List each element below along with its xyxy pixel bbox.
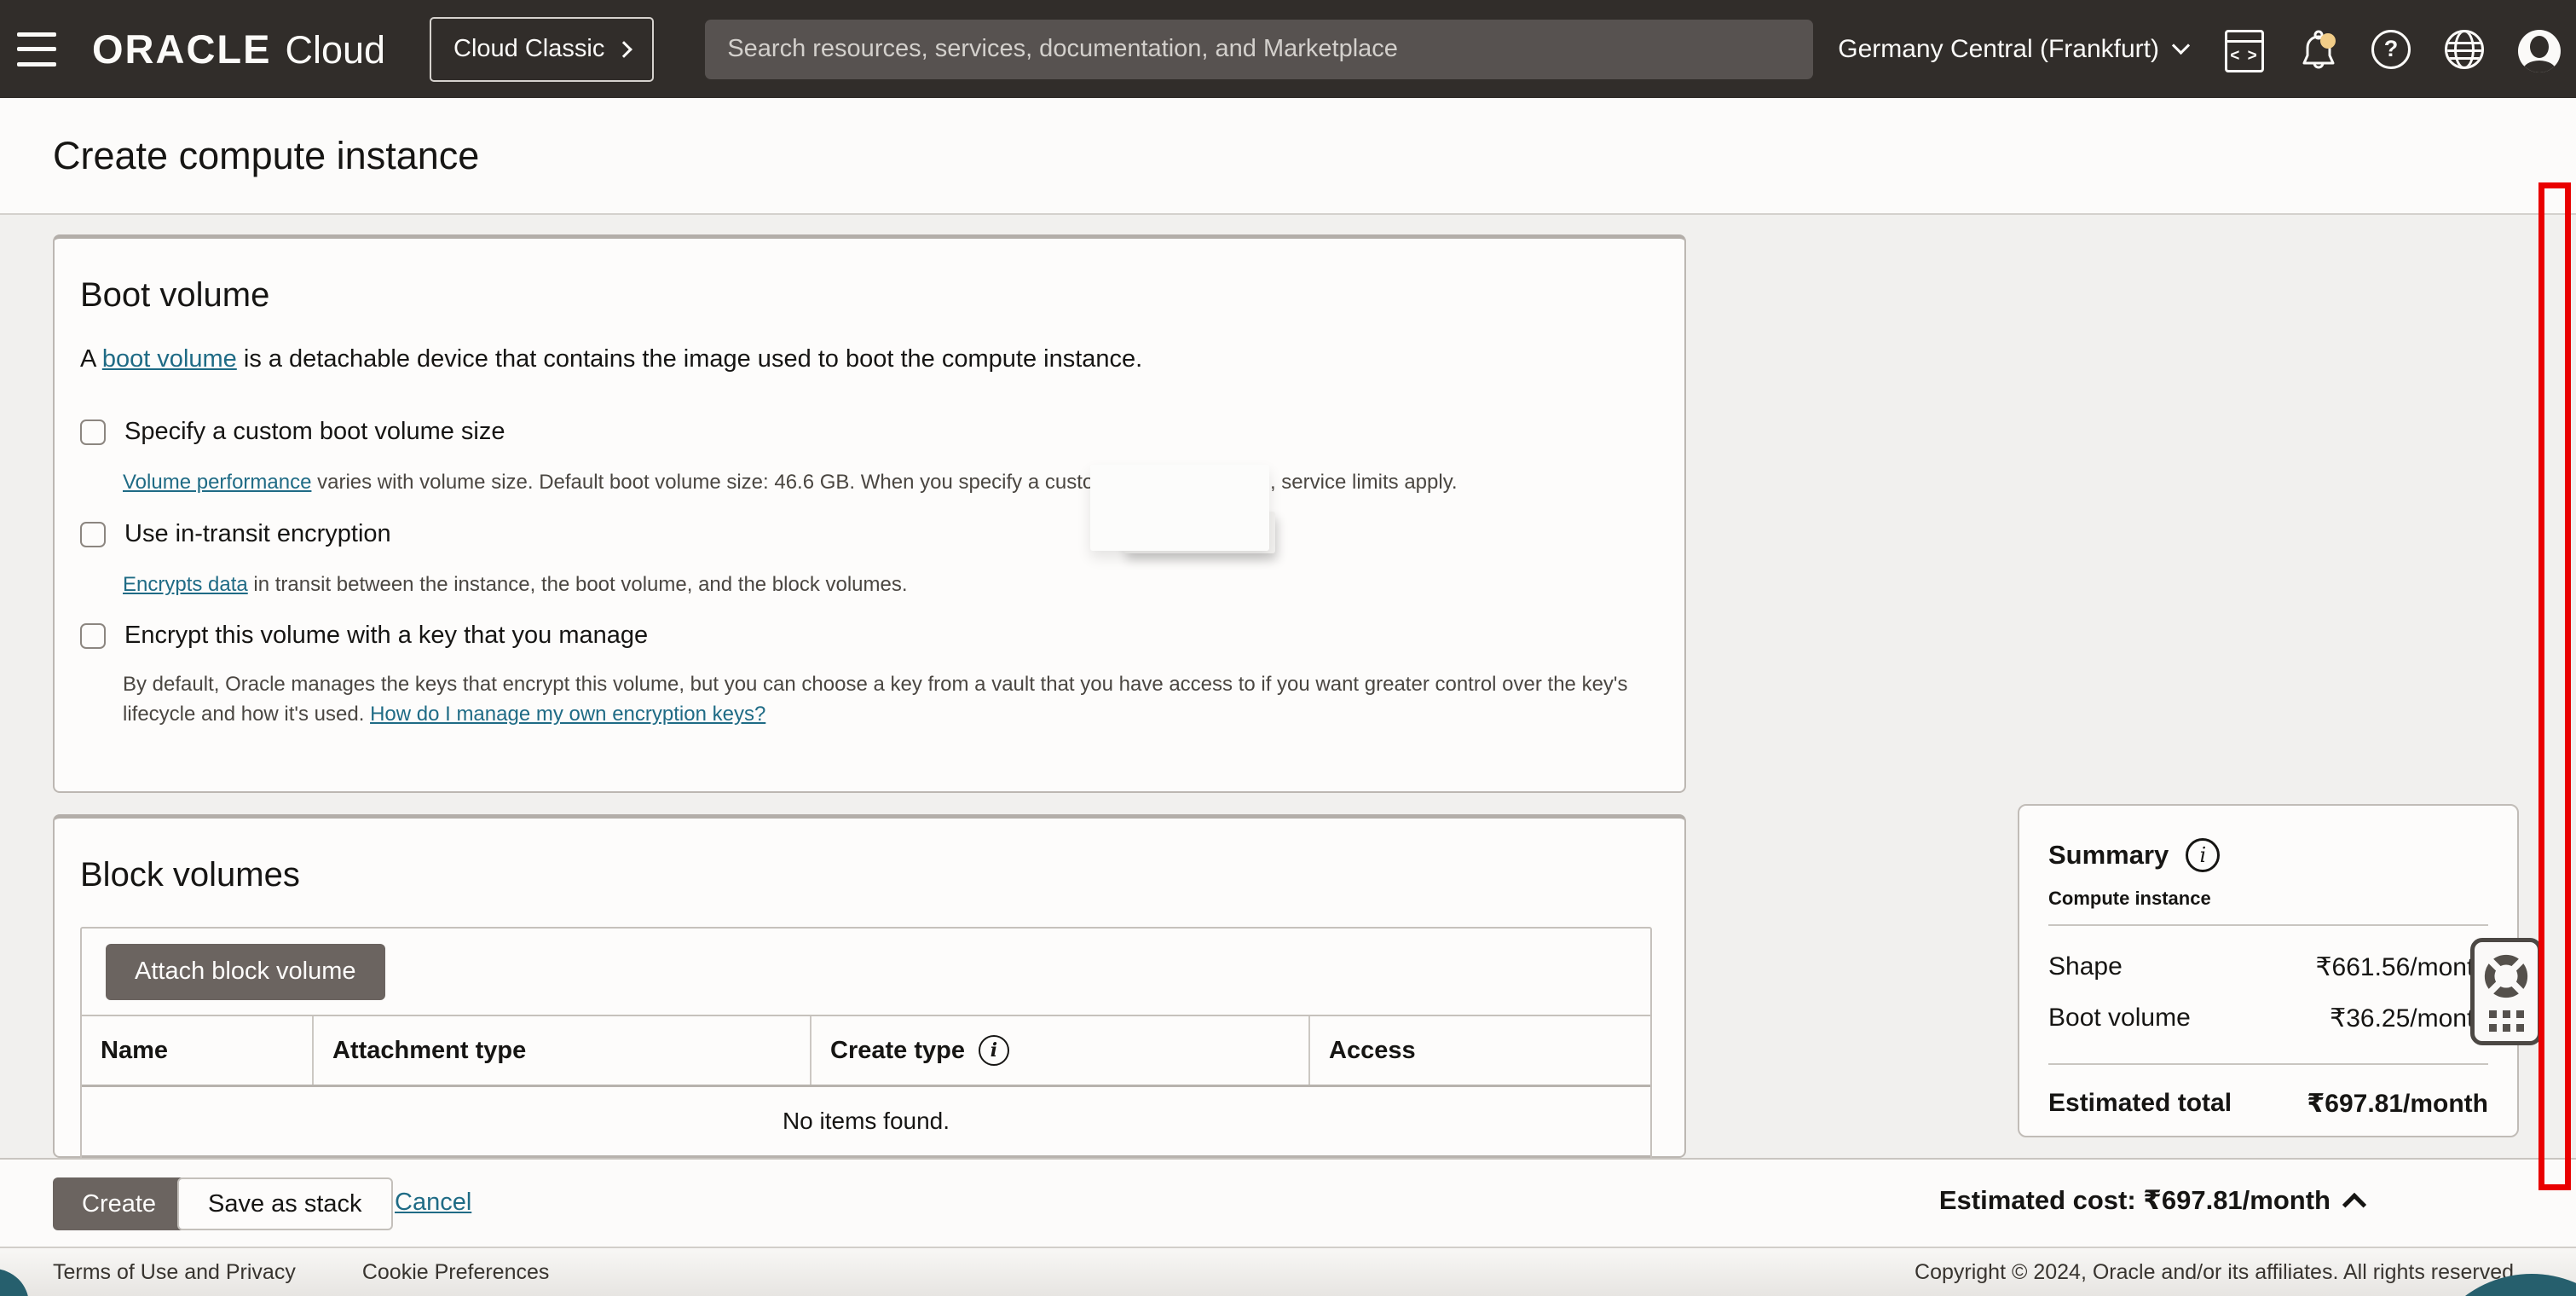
floating-assistant-widget — [2470, 938, 2542, 1045]
customer-managed-key-label: Encrypt this volume with a key that you … — [124, 622, 649, 649]
estimated-cost-text: Estimated cost: ₹697.81/month — [1938, 1185, 2331, 1215]
summary-title: Summary — [2048, 840, 2169, 870]
summary-divider — [2048, 924, 2488, 926]
empty-table-message: No items found. — [82, 1085, 1650, 1159]
region-selector[interactable]: Germany Central (Frankfurt) — [1838, 34, 2191, 64]
cloud-classic-label: Cloud Classic — [453, 35, 605, 62]
custom-boot-size-checkbox[interactable] — [80, 419, 106, 445]
top-navigation-bar: ORACLE Cloud Cloud Classic Germany Centr… — [0, 0, 2576, 98]
custom-boot-size-row: Specify a custom boot volume size — [80, 418, 505, 446]
cloud-classic-button[interactable]: Cloud Classic — [430, 16, 655, 82]
language-icon[interactable] — [2445, 29, 2484, 69]
manage-encryption-keys-link[interactable]: How do I manage my own encryption keys? — [370, 703, 765, 726]
block-volumes-section: Block volumes Attach block volume Name A… — [53, 814, 1686, 1160]
attach-block-volume-button[interactable]: Attach block volume — [106, 943, 385, 1000]
console-icon[interactable] — [2225, 29, 2264, 72]
profile-icon[interactable] — [2518, 29, 2561, 72]
customer-managed-key-helper: By default, Oracle manages the keys that… — [123, 673, 1628, 726]
copyright-text: Copyright © 2024, Oracle and/or its affi… — [1915, 1259, 2520, 1284]
customer-managed-key-checkbox[interactable] — [80, 622, 106, 649]
custom-boot-size-label: Specify a custom boot volume size — [124, 418, 505, 445]
volume-performance-link[interactable]: Volume performance — [123, 471, 311, 494]
in-transit-encryption-label: Use in-transit encryption — [124, 520, 391, 547]
avatar — [2518, 29, 2561, 72]
in-transit-encryption-helper: Encrypts data in transit between the ins… — [123, 573, 908, 596]
top-icons — [2225, 29, 2576, 72]
summary-row-boot-volume: Boot volume ₹36.25/month — [2048, 1004, 2488, 1033]
block-volumes-heading: Block volumes — [80, 856, 300, 894]
summary-row-total: Estimated total ₹697.81/month — [2048, 1089, 2488, 1119]
page-footer: Terms of Use and Privacy Cookie Preferen… — [0, 1247, 2576, 1296]
in-transit-encryption-row: Use in-transit encryption — [80, 520, 391, 548]
summary-divider — [2048, 1063, 2488, 1065]
cancel-link[interactable]: Cancel — [395, 1189, 471, 1217]
search-input[interactable] — [705, 19, 1814, 79]
white-overlay-box — [1090, 465, 1269, 551]
page-title: Create compute instance — [53, 133, 480, 177]
hamburger-menu-icon[interactable] — [17, 32, 56, 67]
column-header-attachment-type: Attachment type — [314, 1016, 811, 1085]
summary-row-shape: Shape ₹661.56/month — [2048, 952, 2488, 982]
boot-volume-link[interactable]: boot volume — [102, 345, 237, 373]
page-header: Create compute instance — [0, 98, 2576, 215]
chevron-up-icon[interactable] — [2342, 1192, 2367, 1218]
shape-value: ₹661.56/month — [2315, 953, 2488, 981]
column-header-create-type: Create type i — [811, 1016, 1310, 1085]
terms-of-use-link[interactable]: Terms of Use and Privacy — [53, 1260, 296, 1285]
create-type-info-icon[interactable]: i — [978, 1035, 1009, 1066]
in-transit-encryption-checkbox[interactable] — [80, 521, 106, 547]
boot-volume-value: ₹36.25/month — [2330, 1004, 2488, 1033]
save-as-stack-button[interactable]: Save as stack — [177, 1177, 393, 1230]
column-header-name: Name — [82, 1016, 314, 1085]
help-icon[interactable] — [2371, 29, 2411, 69]
chevron-right-icon — [615, 40, 633, 58]
estimated-cost: Estimated cost: ₹697.81/month — [1938, 1185, 2367, 1218]
brand-oracle: ORACLE — [92, 26, 272, 72]
notifications-icon[interactable] — [2298, 30, 2337, 69]
estimated-total-value: ₹697.81/month — [2307, 1090, 2488, 1118]
create-button[interactable]: Create — [53, 1177, 186, 1230]
summary-subtitle: Compute instance — [2048, 888, 2211, 909]
apps-grid-icon[interactable] — [2488, 1010, 2524, 1032]
summary-info-icon[interactable]: i — [2186, 838, 2221, 872]
customer-managed-key-row: Encrypt this volume with a key that you … — [80, 622, 648, 650]
boot-volume-heading: Boot volume — [80, 276, 270, 314]
boot-volume-section: Boot volume A boot volume is a detachabl… — [53, 234, 1686, 793]
region-label: Germany Central (Frankfurt) — [1838, 34, 2159, 63]
oci-console-screen: ORACLE Cloud Cloud Classic Germany Centr… — [0, 0, 2576, 1296]
brand-cloud: Cloud — [285, 28, 386, 72]
cookie-preferences-link[interactable]: Cookie Preferences — [362, 1260, 550, 1285]
boot-volume-intro: A boot volume is a detachable device tha… — [80, 345, 1143, 373]
block-volumes-table: Attach block volume Name Attachment type… — [80, 927, 1652, 1160]
oracle-cloud-logo[interactable]: ORACLE Cloud — [92, 26, 385, 72]
block-volumes-toolbar: Attach block volume — [82, 929, 1650, 1015]
table-header-row: Name Attachment type Create type i Access — [82, 1015, 1650, 1085]
bottom-action-bar: Create Save as stack Cancel Estimated co… — [0, 1158, 2576, 1247]
summary-panel: Summary i Compute instance Shape ₹661.56… — [2018, 804, 2519, 1137]
column-header-access: Access — [1329, 1036, 1416, 1064]
shape-label: Shape — [2048, 952, 2123, 981]
encrypts-data-link[interactable]: Encrypts data — [123, 573, 248, 596]
chevron-down-icon — [2171, 36, 2191, 55]
estimated-total-label: Estimated total — [2048, 1089, 2232, 1117]
scrollbar-highlight-annotation — [2538, 182, 2571, 1190]
support-lifering-icon[interactable] — [2481, 952, 2531, 1001]
boot-volume-label: Boot volume — [2048, 1004, 2191, 1032]
